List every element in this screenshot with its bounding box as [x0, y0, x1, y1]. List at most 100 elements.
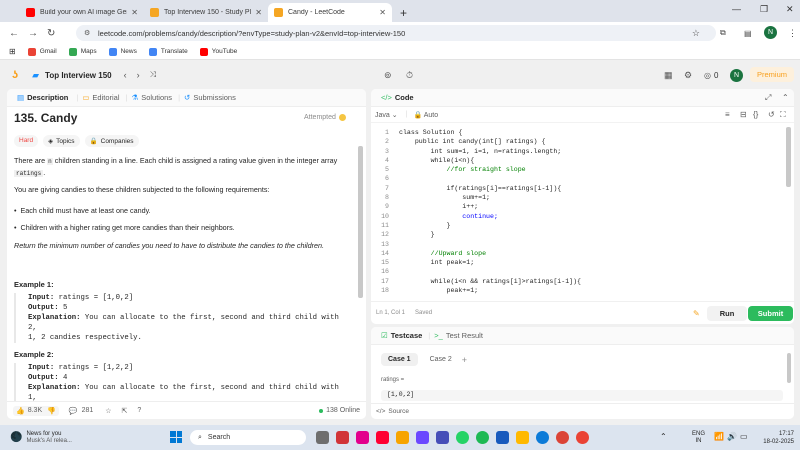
study-plan-title[interactable]: Top Interview 150: [45, 71, 112, 80]
close-icon[interactable]: ✕: [379, 8, 386, 17]
source-button[interactable]: Source: [388, 408, 409, 415]
share-icon[interactable]: ⇱: [122, 407, 128, 415]
bookmark-gmail[interactable]: Gmail: [27, 47, 57, 56]
format-icon[interactable]: ≡: [725, 110, 730, 119]
url-field[interactable]: ⚙ leetcode.com/problems/candy/descriptio…: [76, 25, 716, 41]
code-scrollbar[interactable]: [786, 127, 791, 187]
menu-icon[interactable]: ⋮: [788, 28, 797, 39]
word-icon[interactable]: [495, 431, 509, 444]
next-problem-icon[interactable]: ›: [137, 70, 140, 80]
minimize-icon[interactable]: —: [732, 4, 741, 14]
streak-icon[interactable]: ◎: [704, 71, 711, 80]
app-icon[interactable]: [395, 431, 409, 444]
fullscreen-icon[interactable]: ⛶: [780, 110, 786, 120]
close-icon[interactable]: ✕: [255, 8, 262, 17]
collapse-icon[interactable]: ⌃: [782, 93, 789, 102]
tab-test-result[interactable]: >_ Test Result: [434, 331, 483, 340]
edge-icon[interactable]: [535, 431, 549, 444]
star-icon[interactable]: ☆: [105, 407, 111, 415]
wifi-icon[interactable]: 📶: [714, 432, 724, 441]
like-button[interactable]: 👍 8.3K 👎: [13, 405, 59, 416]
prev-problem-icon[interactable]: ‹: [124, 70, 127, 80]
bookmark-translate[interactable]: Translate: [148, 47, 188, 56]
clock[interactable]: 17:17 18-02-2025: [752, 430, 794, 446]
run-button[interactable]: Run: [707, 306, 747, 321]
spotify-icon[interactable]: [475, 431, 489, 444]
volume-icon[interactable]: 🔊: [727, 432, 737, 441]
code-line: 10 continue;: [371, 212, 783, 221]
testcase-input[interactable]: [1,0,2]: [381, 390, 783, 401]
tray-chevron-icon[interactable]: ⌃: [660, 432, 667, 441]
browser-tab-ai-image[interactable]: Build your own AI image Gene ✕: [20, 3, 144, 22]
bookmark-news[interactable]: News: [108, 47, 137, 56]
browser-tab-top-interview[interactable]: Top Interview 150 - Study Plan ✕: [144, 3, 268, 22]
forward-icon[interactable]: →: [28, 28, 38, 39]
teams-icon[interactable]: [435, 431, 449, 444]
site-info-icon[interactable]: ⚙: [84, 29, 90, 37]
extensions-icon[interactable]: ⧉: [720, 28, 726, 38]
back-icon[interactable]: ←: [9, 28, 19, 39]
settings-icon[interactable]: ⚙: [684, 70, 692, 81]
topics-tag[interactable]: ◈ Topics: [43, 135, 80, 147]
debug-icon[interactable]: ⊚: [384, 70, 392, 81]
premium-button[interactable]: Premium: [750, 67, 794, 82]
layout-icon[interactable]: ▦: [664, 70, 673, 81]
new-tab-button[interactable]: +: [400, 3, 407, 22]
thumbs-down-icon[interactable]: 👎: [47, 407, 56, 415]
close-window-icon[interactable]: ✕: [786, 4, 794, 15]
code-tab[interactable]: </> Code: [381, 93, 414, 102]
reload-icon[interactable]: ↻: [47, 28, 55, 39]
tab-solutions[interactable]: ⚗ Solutions: [131, 93, 172, 102]
description-scrollbar[interactable]: [358, 146, 363, 298]
language-select[interactable]: Java ⌄: [375, 111, 398, 119]
star-icon[interactable]: ☆: [692, 28, 700, 39]
app-icon[interactable]: [375, 431, 389, 444]
bookmark-icon[interactable]: ⊟: [740, 110, 747, 119]
note-icon[interactable]: ✎: [693, 309, 700, 318]
profile-avatar[interactable]: N: [764, 26, 777, 39]
companies-tag[interactable]: 🔒 Companies: [84, 135, 139, 147]
close-icon[interactable]: ✕: [131, 8, 138, 17]
news-widget[interactable]: News for you Musk's AI relea...: [26, 431, 72, 445]
language-indicator[interactable]: ENG IN: [692, 431, 705, 445]
maximize-icon[interactable]: ❐: [760, 4, 768, 15]
comments-button[interactable]: 💬 281: [69, 407, 93, 415]
app-icon[interactable]: [575, 431, 589, 444]
battery-icon[interactable]: ▭: [740, 432, 748, 441]
chrome-icon[interactable]: [555, 431, 569, 444]
tab-description[interactable]: ▤ Description: [17, 93, 68, 102]
testcase-scrollbar[interactable]: [787, 353, 791, 383]
problem-title[interactable]: 135. Candy: [14, 111, 77, 125]
bookmark-youtube[interactable]: YouTube: [199, 47, 237, 56]
sidebar-icon[interactable]: ▤: [744, 29, 752, 38]
shuffle-icon[interactable]: ⤨: [150, 70, 156, 80]
browser-tab-candy[interactable]: Candy - LeetCode ✕: [268, 3, 392, 22]
auto-toggle[interactable]: 🔒 Auto: [413, 111, 438, 119]
tab-submissions[interactable]: ↺ Submissions: [184, 93, 236, 102]
submit-button[interactable]: Submit: [748, 306, 793, 321]
tab-testcase[interactable]: ☑ Testcase: [381, 331, 422, 340]
tab-editorial[interactable]: ▭ Editorial: [82, 93, 119, 102]
taskbar-search[interactable]: ⌕ Search: [190, 430, 306, 445]
difficulty-badge: Hard: [14, 135, 39, 147]
braces-icon[interactable]: {}: [753, 110, 758, 119]
help-icon[interactable]: ?: [137, 407, 141, 414]
windows-start-icon[interactable]: [170, 431, 182, 443]
case-2-tab[interactable]: Case 2: [426, 353, 456, 366]
code-editor[interactable]: 1 class Solution { 2 public int candy(int…: [371, 127, 783, 297]
app-icon[interactable]: [355, 431, 369, 444]
file-explorer-icon[interactable]: [515, 431, 529, 444]
timer-icon[interactable]: ⏱: [406, 70, 413, 81]
add-case-button[interactable]: +: [462, 355, 467, 365]
apps-icon[interactable]: ⊞: [9, 47, 16, 56]
app-icon[interactable]: [415, 431, 429, 444]
user-avatar[interactable]: N: [730, 68, 743, 82]
app-icon[interactable]: [335, 431, 349, 444]
whatsapp-icon[interactable]: [455, 431, 469, 444]
reset-icon[interactable]: ↺: [768, 110, 775, 119]
leetcode-logo-icon[interactable]: ʖ: [12, 69, 18, 81]
expand-icon[interactable]: ⤢: [765, 93, 771, 103]
task-view-icon[interactable]: [315, 431, 329, 444]
bookmark-maps[interactable]: Maps: [68, 47, 97, 56]
case-1-tab[interactable]: Case 1: [381, 353, 418, 366]
